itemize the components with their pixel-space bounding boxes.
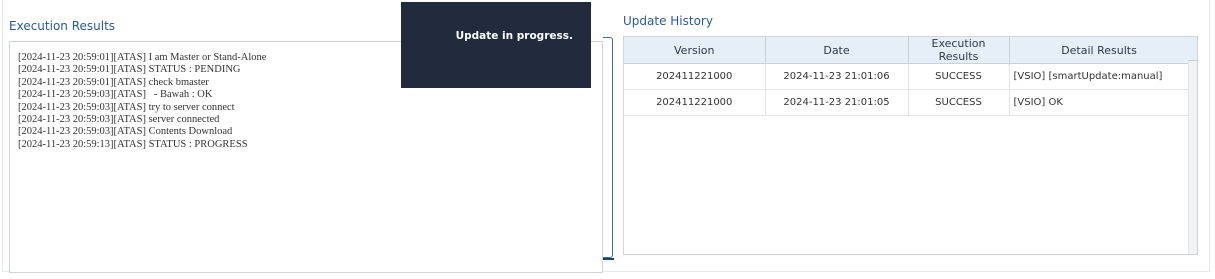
cell-execution-result: SUCCESS	[908, 89, 1010, 116]
cell-version: 202411221000	[624, 89, 766, 116]
update-history-table: Version Date Execution Results Detail Re…	[624, 37, 1190, 116]
table-vertical-scrollbar[interactable]	[1188, 37, 1197, 254]
table-row[interactable]: 202411221000 2024-11-23 21:01:05 SUCCESS…	[624, 89, 1190, 116]
cell-date: 2024-11-23 21:01:06	[765, 63, 909, 90]
column-header-date[interactable]: Date	[765, 37, 909, 64]
log-line: [2024-11-23 20:59:03][ATAS] - Bawah : OK	[18, 89, 213, 101]
cell-detail-result: [VSIO] OK	[1009, 89, 1190, 116]
scrollbar-header-corner	[1188, 37, 1197, 61]
update-history-table-container: Version Date Execution Results Detail Re…	[623, 36, 1198, 255]
log-line: [2024-11-23 20:59:03][ATAS] Contents Dow…	[18, 126, 233, 138]
table-row[interactable]: 202411221000 2024-11-23 21:01:06 SUCCESS…	[624, 63, 1190, 90]
column-header-detail-results[interactable]: Detail Results	[1009, 37, 1190, 64]
toast-message: Update in progress.	[455, 30, 573, 42]
panel-divider-bracket	[603, 37, 613, 258]
log-line: [2024-11-23 20:59:13][ATAS] STATUS : PRO…	[18, 138, 248, 150]
log-line: [2024-11-23 20:59:03][ATAS] try to serve…	[18, 101, 235, 113]
update-progress-toast: Update in progress.	[401, 2, 591, 88]
update-page: Execution Results [2024-11-23 20:59:01][…	[0, 0, 1215, 279]
table-header-row: Version Date Execution Results Detail Re…	[624, 37, 1190, 64]
cell-date: 2024-11-23 21:01:05	[765, 89, 909, 116]
column-header-execution-results[interactable]: Execution Results	[908, 37, 1010, 64]
cell-version: 202411221000	[624, 63, 766, 90]
execution-results-title: Execution Results	[9, 19, 116, 33]
panel-divider-foot	[603, 258, 614, 260]
cell-detail-result: [VSIO] [smartUpdate:manual]	[1009, 63, 1190, 90]
column-header-version[interactable]: Version	[624, 37, 766, 64]
update-history-title: Update History	[623, 14, 713, 28]
log-line: [2024-11-23 20:59:03][ATAS] server conne…	[18, 114, 220, 126]
cell-execution-result: SUCCESS	[908, 63, 1010, 90]
